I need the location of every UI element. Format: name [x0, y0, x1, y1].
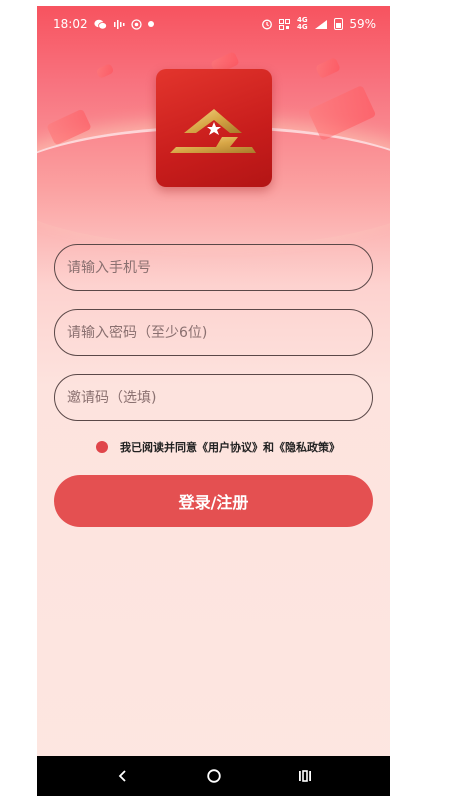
phone-field[interactable] — [54, 244, 373, 291]
decorative-envelope — [307, 84, 377, 142]
invite-code-input[interactable] — [67, 389, 372, 406]
network-type-bottom: 4G — [297, 23, 308, 31]
navigation-bar — [37, 756, 390, 796]
privacy-policy-link[interactable]: 《隐私政策》 — [274, 439, 340, 455]
login-register-button[interactable]: 登录/注册 — [54, 475, 373, 527]
decorative-envelope — [95, 63, 115, 79]
app-logo — [156, 69, 272, 187]
back-icon[interactable] — [108, 761, 138, 791]
notification-dot-icon — [147, 21, 154, 27]
user-agreement-link[interactable]: 《用户协议》 — [197, 439, 263, 455]
status-bar: 18:02 4G 4G 59% — [37, 6, 390, 42]
app-logo-icon — [170, 109, 256, 153]
phone-input[interactable] — [67, 259, 372, 276]
battery-percent: 59% — [349, 17, 376, 31]
recents-icon[interactable] — [290, 761, 320, 791]
alarm-icon — [261, 18, 273, 30]
agreement-checkbox[interactable] — [96, 441, 108, 453]
status-time: 18:02 — [53, 17, 88, 31]
network-type-icon: 4G 4G — [296, 17, 308, 31]
phone-screen: 18:02 4G 4G 59% 请输入手机号 邀请码（选填) 我已阅读并同意 《… — [37, 6, 390, 796]
decorative-envelope — [315, 57, 341, 79]
invite-code-field[interactable] — [54, 374, 373, 421]
agreement-prefix: 我已阅读并同意 — [120, 441, 197, 454]
battery-icon — [334, 18, 344, 30]
password-field[interactable] — [54, 309, 373, 356]
target-icon — [130, 18, 142, 30]
signal-icon — [314, 19, 328, 30]
qr-icon — [279, 18, 291, 30]
password-input[interactable] — [67, 324, 372, 341]
wechat-icon — [93, 19, 107, 30]
agreement-and: 和 — [263, 441, 274, 454]
home-icon[interactable] — [199, 761, 229, 791]
audio-wave-icon — [113, 19, 125, 30]
agreement-row: 我已阅读并同意 《用户协议》 和 《隐私政策》 — [96, 439, 340, 455]
